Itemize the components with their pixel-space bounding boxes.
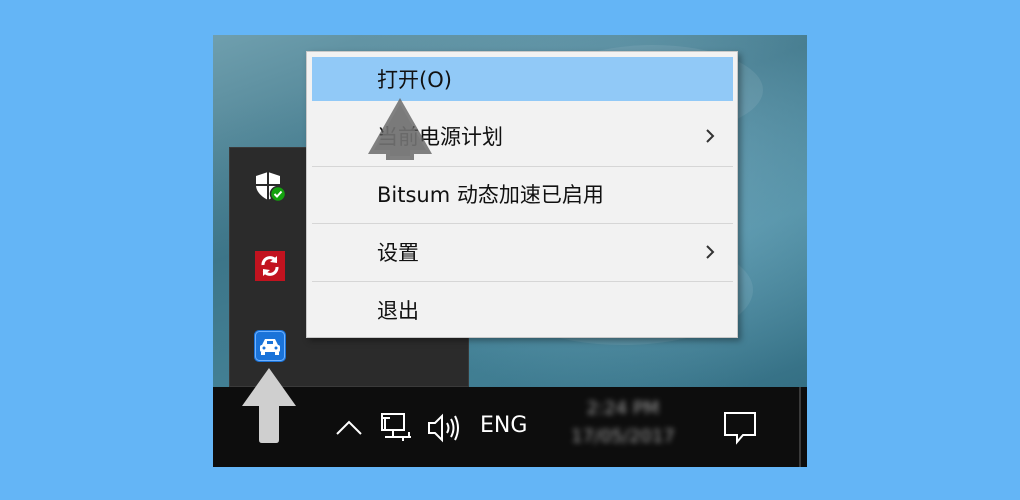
clock-time: 2:24 PM: [586, 398, 660, 419]
menu-item-settings[interactable]: 设置: [312, 230, 733, 274]
clock-date: 17/05/2017: [571, 426, 675, 447]
menu-separator: [312, 281, 733, 282]
chevron-up-icon[interactable]: [335, 417, 363, 441]
chevron-right-icon: [706, 245, 715, 259]
menu-separator: [312, 166, 733, 167]
menu-item-label: 退出: [377, 299, 419, 323]
windows-security-icon[interactable]: [252, 168, 288, 204]
car-app-icon[interactable]: [252, 328, 288, 364]
taskbar: ENG 2:24 PM 17/05/2017: [213, 387, 807, 467]
tray-context-menu: 打开(O) 当前电源计划 Bitsum 动态加速已启用 设置 退出: [306, 51, 738, 338]
menu-item-open[interactable]: 打开(O): [312, 57, 733, 101]
show-desktop-divider[interactable]: [799, 387, 801, 467]
arrow-up-icon: [368, 98, 432, 160]
chevron-right-icon: [706, 129, 715, 143]
menu-item-exit[interactable]: 退出: [312, 288, 733, 332]
menu-item-dynamic-boost[interactable]: Bitsum 动态加速已启用: [312, 172, 733, 216]
menu-item-label: 设置: [377, 241, 419, 265]
language-indicator[interactable]: ENG: [480, 413, 527, 438]
menu-separator: [312, 223, 733, 224]
clock[interactable]: 2:24 PM 17/05/2017: [558, 395, 688, 451]
action-center-icon[interactable]: [723, 411, 757, 449]
menu-item-label: Bitsum 动态加速已启用: [377, 183, 604, 207]
speaker-icon[interactable]: [426, 413, 462, 447]
sync-app-icon[interactable]: [252, 248, 288, 284]
menu-item-label: 打开(O): [377, 68, 452, 92]
network-icon[interactable]: [381, 413, 413, 447]
arrow-up-icon: [242, 368, 296, 443]
